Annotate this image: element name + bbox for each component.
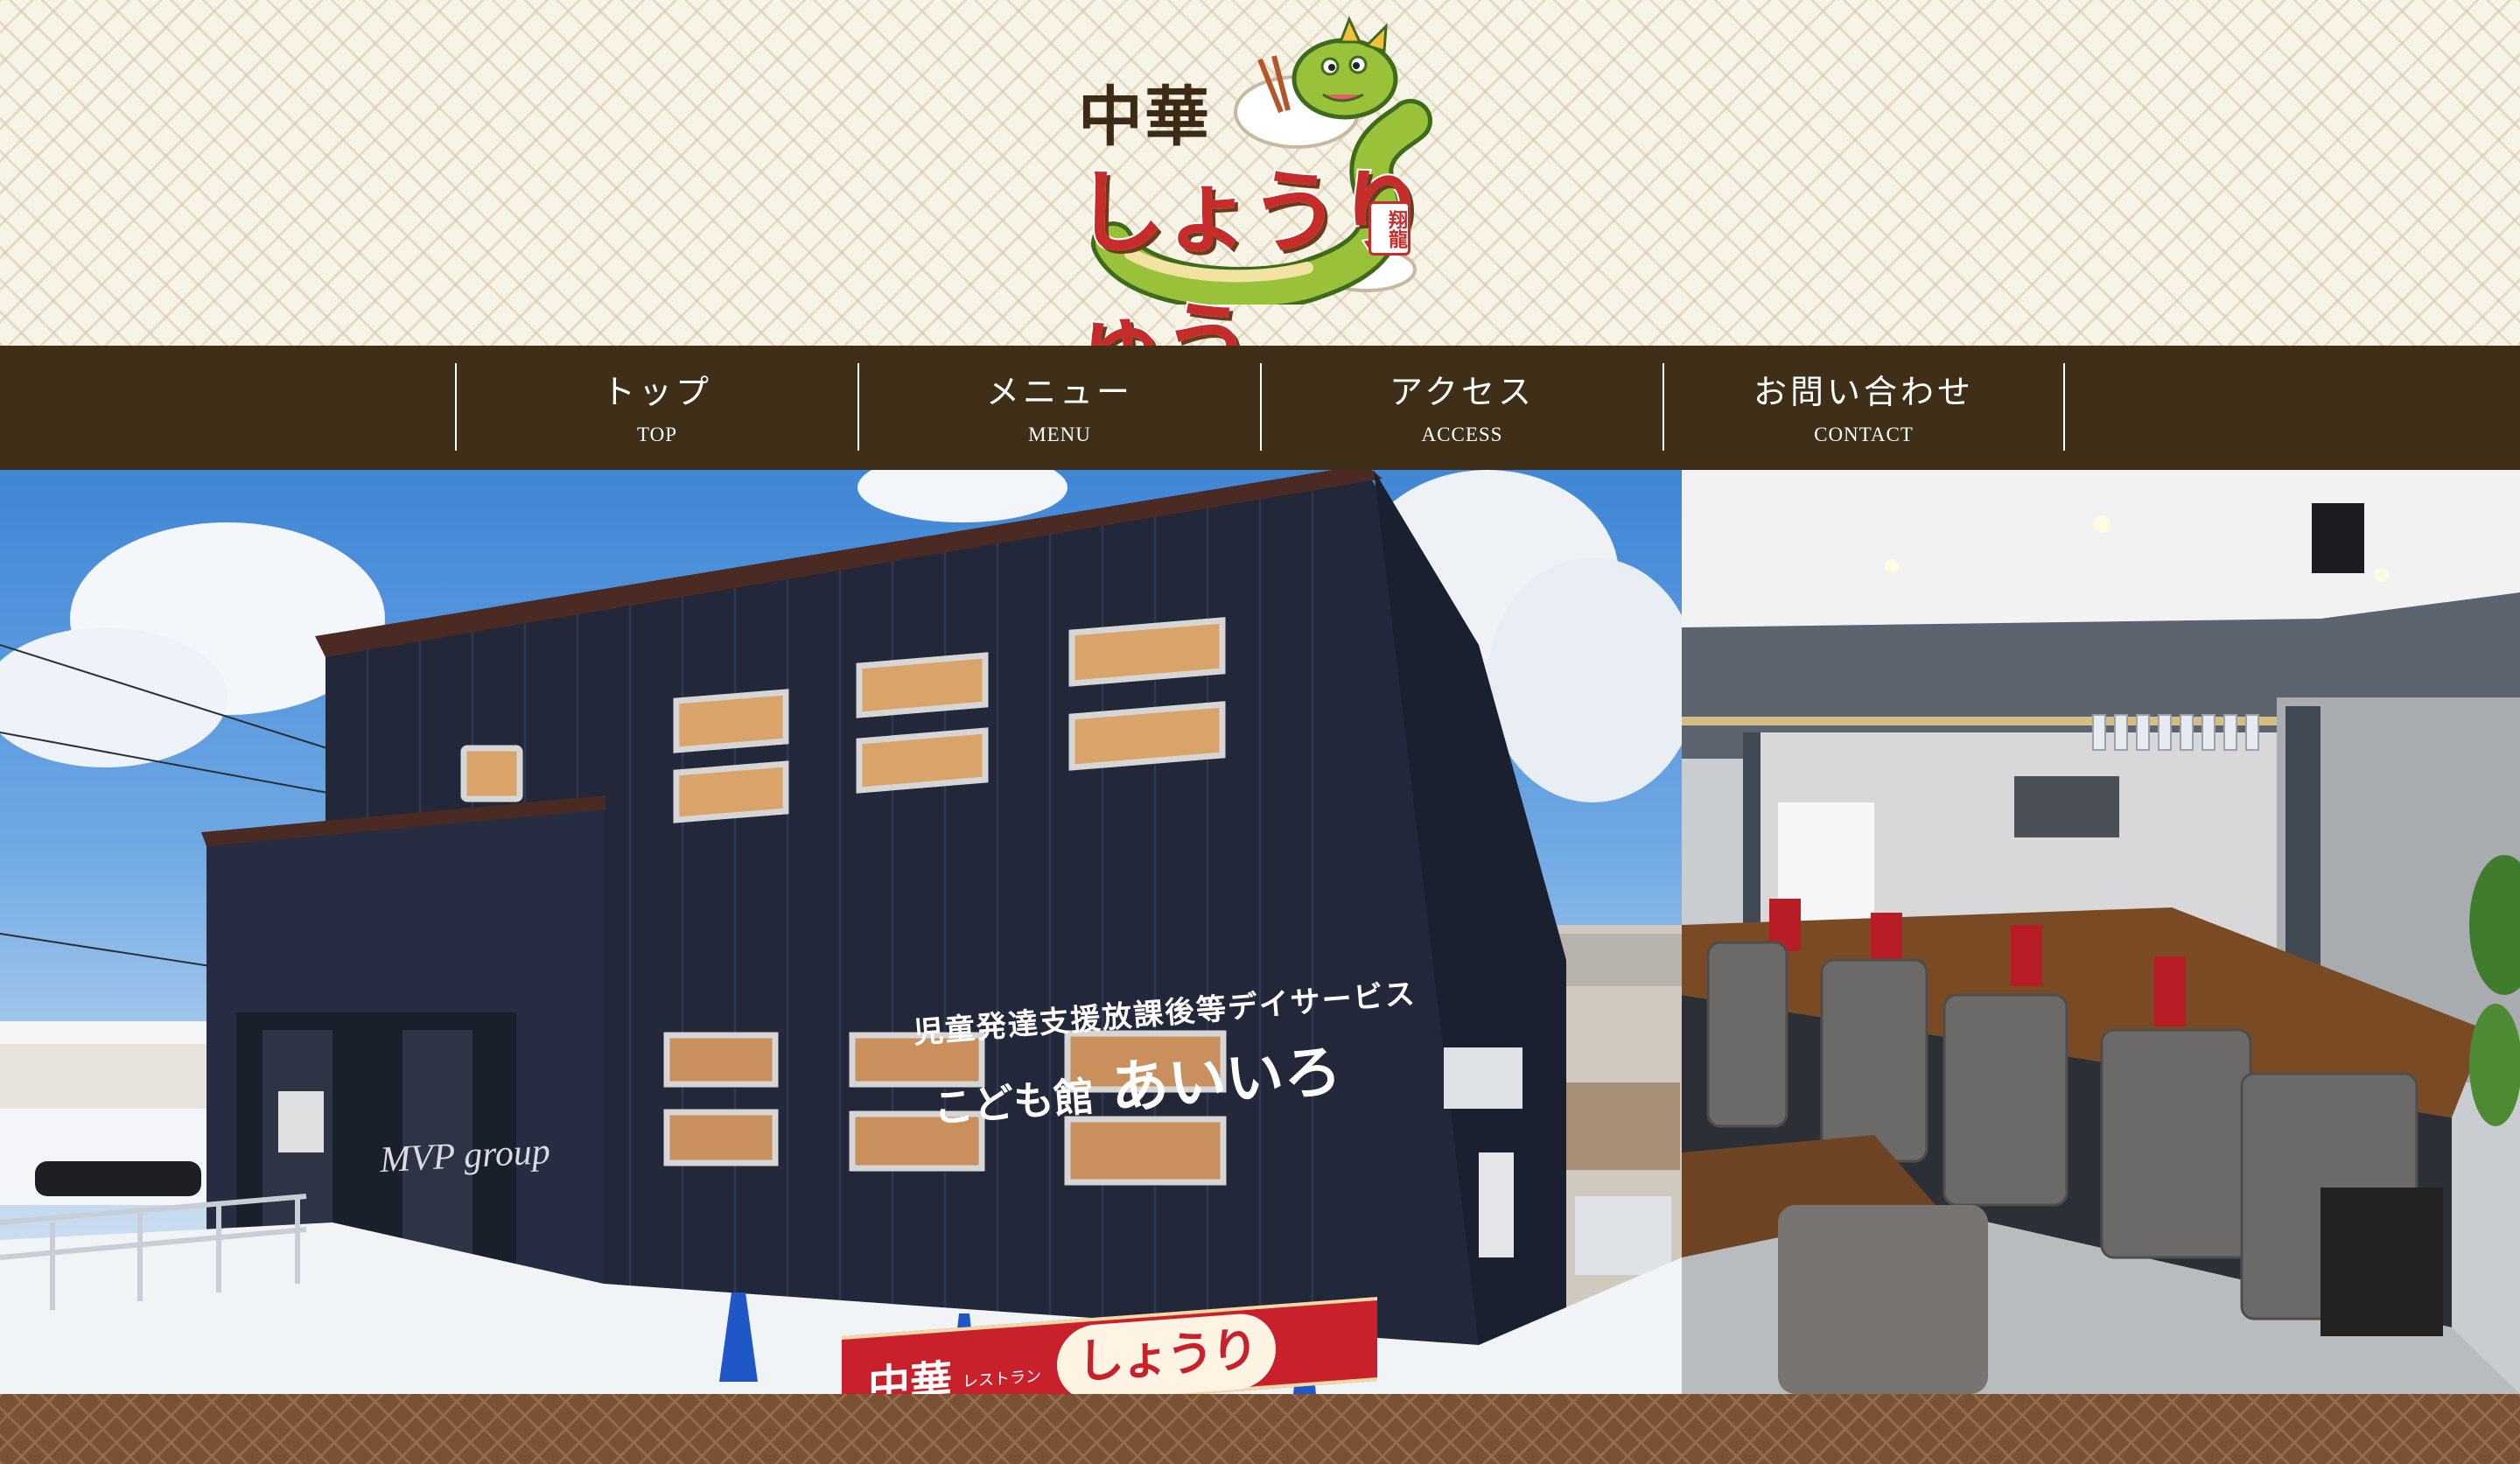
site-header: 中華 しょうりゅう 翔龍 <box>0 0 2520 346</box>
nav-item-jp-label: お問い合わせ <box>1753 373 1974 411</box>
banner-sub-text: レストラン <box>962 1367 1041 1391</box>
hero-interior-photo <box>1682 470 2520 1394</box>
nav-item-en-label: TOP <box>636 424 678 445</box>
nav-item-jp-label: トップ <box>601 373 712 411</box>
nav-items: トップ TOP メニュー MENU アクセス ACCESS お問い合わせ CON… <box>455 363 2065 451</box>
site-logo[interactable]: 中華 しょうりゅう 翔龍 <box>1073 16 1446 346</box>
nav-item-menu[interactable]: メニュー MENU <box>858 363 1260 451</box>
nav-item-top[interactable]: トップ TOP <box>455 363 858 451</box>
building-illustration <box>0 470 1682 1394</box>
footer-pattern-strip <box>0 1394 2520 1464</box>
nav-item-en-label: ACCESS <box>1421 424 1503 445</box>
banner-main-text: しょうりゅう <box>1057 1311 1276 1394</box>
hero-building-photo: 児童発達支援放課後等デイサービス こども館 あいいろ MVP group 中華 レ… <box>0 470 1682 1394</box>
nav-item-access[interactable]: アクセス ACCESS <box>1260 363 1662 451</box>
interior-illustration <box>1682 470 2520 1394</box>
global-nav: トップ TOP メニュー MENU アクセス ACCESS お問い合わせ CON… <box>0 346 2520 470</box>
nav-item-en-label: MENU <box>1028 424 1091 445</box>
nav-item-jp-label: メニュー <box>985 373 1133 411</box>
banner-chuka-text: 中華 <box>868 1355 953 1394</box>
building-group-logo: MVP group <box>378 1131 551 1181</box>
nav-item-jp-label: アクセス <box>1389 373 1536 411</box>
building-sign-prefix: こども館 <box>931 1072 1096 1132</box>
nav-item-contact[interactable]: お問い合わせ CONTACT <box>1662 363 2065 451</box>
logo-stamp: 翔龍 <box>1368 201 1410 256</box>
building-sign-name: あいいろ <box>1108 1037 1344 1123</box>
nav-item-en-label: CONTACT <box>1814 424 1914 445</box>
